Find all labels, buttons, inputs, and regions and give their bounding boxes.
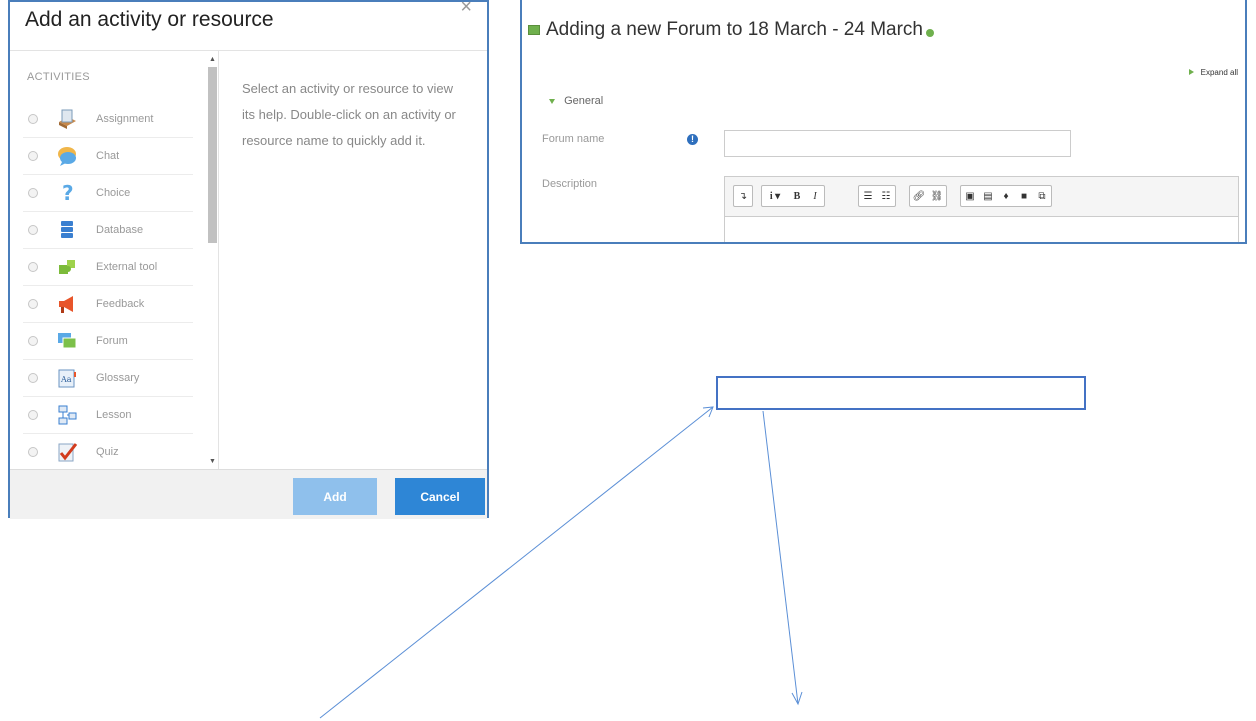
down-arrow-line <box>762 410 799 705</box>
pointer-arrow-line <box>319 406 714 719</box>
annotation-arrows <box>319 406 803 719</box>
